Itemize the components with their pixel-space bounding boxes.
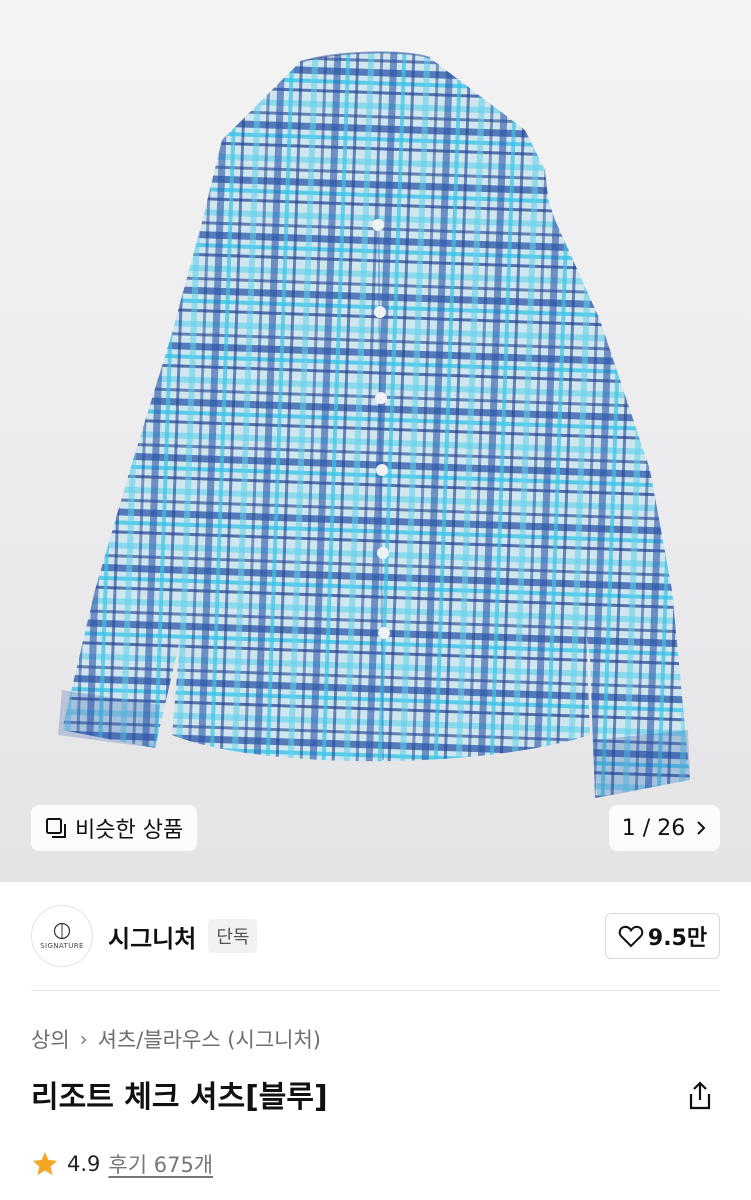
chevron-right-icon: › [79, 1027, 88, 1051]
brand-mark-icon [53, 922, 71, 940]
heart-icon [618, 925, 644, 948]
similar-products-button[interactable]: 비슷한 상품 [31, 805, 198, 851]
image-counter-button[interactable]: 1 / 26 [609, 805, 720, 851]
like-button[interactable]: 9.5만 [605, 913, 720, 959]
rating-score: 4.9 [67, 1152, 101, 1176]
product-photo [58, 51, 690, 798]
breadcrumb: 상의 › 셔츠/블라우스 (시그니처) [31, 1024, 321, 1054]
exclusive-badge: 단독 [208, 919, 258, 953]
brand-row: SIGNATURE 시그니처 단독 9.5만 [31, 905, 720, 967]
chevron-right-icon [697, 821, 706, 835]
brand-logo-text: SIGNATURE [40, 942, 84, 950]
brand-name[interactable]: 시그니처 [108, 919, 196, 954]
copy-squares-icon [46, 818, 66, 838]
rating-row: 4.9 후기 675개 [31, 1149, 213, 1179]
product-title: 리조트 체크 셔츠[블루] [31, 1080, 328, 1115]
divider [31, 990, 720, 991]
brand-logo[interactable]: SIGNATURE [31, 905, 93, 967]
image-counter-text: 1 / 26 [621, 815, 686, 841]
star-icon [32, 1152, 58, 1176]
like-count: 9.5만 [647, 926, 708, 951]
review-count-link[interactable]: 후기 675개 [108, 1149, 213, 1179]
breadcrumb-category-shirts[interactable]: 셔츠/블라우스 (시그니처) [98, 1024, 321, 1054]
breadcrumb-category-top[interactable]: 상의 [31, 1024, 70, 1054]
similar-products-label: 비슷한 상품 [75, 818, 184, 843]
product-image-gallery[interactable]: 비슷한 상품 1 / 26 [0, 0, 751, 882]
share-icon[interactable] [684, 1080, 716, 1112]
